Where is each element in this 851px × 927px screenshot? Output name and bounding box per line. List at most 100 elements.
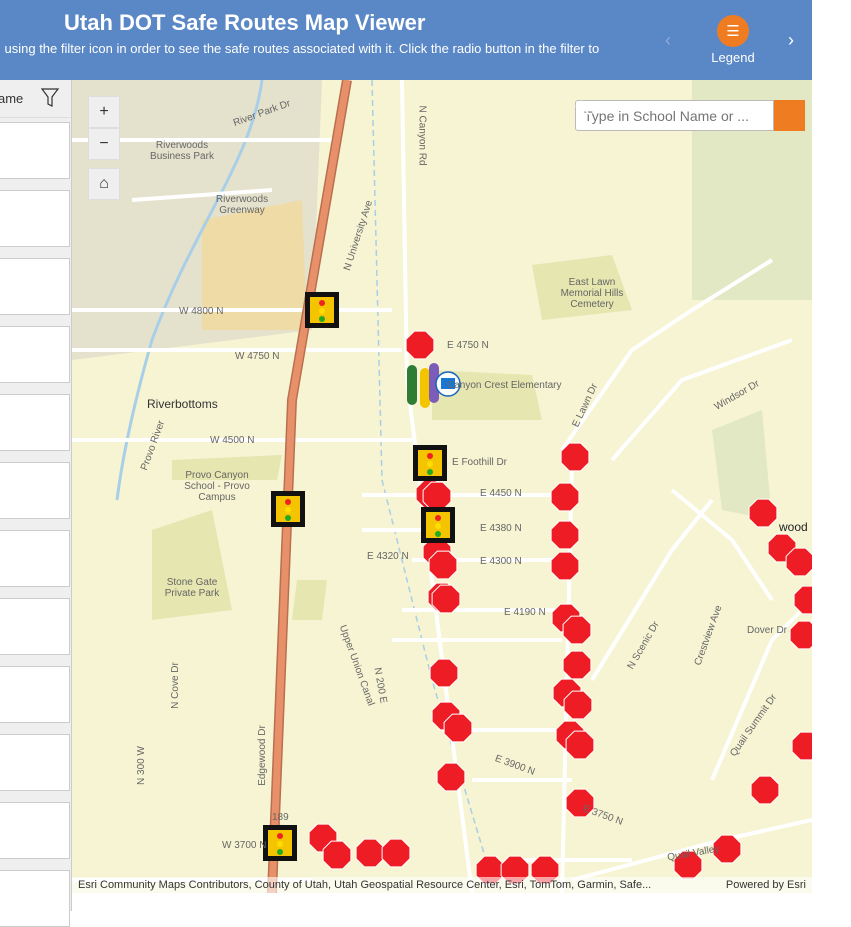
signal-green-light (435, 531, 441, 537)
filter-icon[interactable] (40, 87, 60, 109)
map-label: Riverbottoms (147, 397, 218, 411)
attribution-text: Esri Community Maps Contributors, County… (78, 879, 652, 891)
powered-by-esri[interactable]: Powered by Esri (726, 877, 806, 893)
signal-green-light (285, 515, 291, 521)
app-subtitle: l using the filter icon in order to see … (0, 41, 600, 56)
panel-header: ame (0, 80, 71, 118)
app-title: Utah DOT Safe Routes Map Viewer (64, 10, 426, 35)
map-label: 189 (272, 812, 289, 823)
map-label: wood (779, 520, 808, 534)
stop-sign-icon (785, 547, 812, 577)
map-label: East Lawn Memorial Hills Cemetery (560, 277, 624, 310)
stop-sign-icon (550, 551, 580, 581)
signal-red-light (285, 499, 291, 505)
school-list-card[interactable] (0, 598, 70, 655)
list-icon: ☰ (717, 15, 749, 47)
stop-sign-icon (428, 550, 458, 580)
stop-sign-icon (750, 775, 780, 805)
map-label: W 4750 N (235, 351, 280, 362)
school-list-card[interactable] (0, 870, 70, 927)
stop-sign-icon (562, 615, 592, 645)
home-button[interactable]: ⌂ (88, 168, 120, 200)
road (590, 498, 714, 682)
signal-yellow-light (277, 841, 283, 847)
stop-sign-icon (322, 840, 352, 870)
map-view[interactable]: River Park Dr Riverwoods Business Park Riv… (72, 80, 812, 893)
school-list-card[interactable] (0, 326, 70, 383)
map-label: N Cove Dr (169, 662, 181, 709)
signal-red-light (427, 453, 433, 459)
school-list-card[interactable] (0, 530, 70, 587)
signal-yellow-light (427, 461, 433, 467)
attribution-bar: Esri Community Maps Contributors, County… (72, 877, 812, 893)
road (610, 338, 793, 462)
map-label: E 4190 N (504, 607, 546, 618)
school-list-panel: ame (0, 80, 72, 927)
stop-sign-icon (791, 731, 812, 761)
map-label: Riverwoods Business Park (150, 140, 214, 162)
stop-sign-icon (381, 838, 411, 868)
stop-sign-icon (431, 584, 461, 614)
map-label: E 4380 N (480, 523, 522, 534)
map-label: E 4750 N (447, 340, 489, 351)
map-label: E 4450 N (480, 488, 522, 499)
school-list-card[interactable] (0, 258, 70, 315)
map-label: E 4300 N (480, 556, 522, 567)
stop-sign-icon (565, 730, 595, 760)
stop-sign-icon (563, 690, 593, 720)
panel-header-label: ame (0, 91, 24, 106)
map-label: Dover Dr (747, 625, 788, 636)
search-widget (575, 100, 805, 131)
map-label: E 4320 N (367, 551, 409, 562)
park-patch (292, 580, 327, 620)
stop-sign-icon (562, 650, 592, 680)
map-label: Stone Gate Private Park (164, 577, 220, 599)
map-label: Provo Canyon School - Provo Campus (184, 470, 250, 503)
school-list-card[interactable] (0, 802, 70, 859)
search-icon (575, 100, 591, 116)
signal-yellow-light (319, 308, 325, 314)
school-list-card[interactable] (0, 462, 70, 519)
next-arrow-icon[interactable]: › (788, 30, 794, 51)
map-label: N 300 W (135, 746, 147, 785)
school-list-card[interactable] (0, 190, 70, 247)
search-input[interactable] (575, 100, 774, 131)
stop-sign-icon (355, 838, 385, 868)
stop-sign-icon (429, 658, 459, 688)
stop-sign-icon (748, 498, 778, 528)
school-list-card[interactable] (0, 734, 70, 791)
search-button[interactable] (575, 100, 805, 131)
signal-yellow-light (285, 507, 291, 513)
stop-sign-icon (422, 481, 452, 511)
map-label: W 4500 N (210, 435, 255, 446)
signal-green-light (427, 469, 433, 475)
signal-green-light (277, 849, 283, 855)
stop-sign-icon (550, 482, 580, 512)
right-blank-strip (812, 10, 851, 911)
stop-sign-icon (793, 585, 812, 615)
signal-red-light (277, 833, 283, 839)
pedestrian-icon (407, 365, 417, 405)
map-label: Edgewood Dr (256, 725, 268, 786)
zoom-in-button[interactable]: + (88, 96, 120, 128)
map-label: E Foothill Dr (452, 457, 508, 468)
stop-sign-icon (405, 330, 435, 360)
stop-sign-icon (436, 762, 466, 792)
signal-yellow-light (435, 523, 441, 529)
stop-sign-icon (550, 520, 580, 550)
school-list-card[interactable] (0, 122, 70, 179)
legend-button[interactable]: ☰ Legend (704, 14, 762, 70)
map-label: Riverwoods Greenway (215, 194, 269, 216)
stop-sign-icon (560, 442, 590, 472)
app-header: Utah DOT Safe Routes Map Viewer l using … (0, 0, 812, 80)
map-label: Canyon Crest Elementary (447, 380, 562, 391)
signal-red-light (319, 300, 325, 306)
private-park (152, 510, 232, 620)
zoom-out-button[interactable]: − (88, 128, 120, 160)
map-label: W 3700 N (222, 840, 267, 851)
school-list-card[interactable] (0, 666, 70, 723)
previous-arrow-icon[interactable]: ‹ (665, 30, 671, 51)
map-label: W 4800 N (179, 306, 224, 317)
signal-red-light (435, 515, 441, 521)
school-list-card[interactable] (0, 394, 70, 451)
